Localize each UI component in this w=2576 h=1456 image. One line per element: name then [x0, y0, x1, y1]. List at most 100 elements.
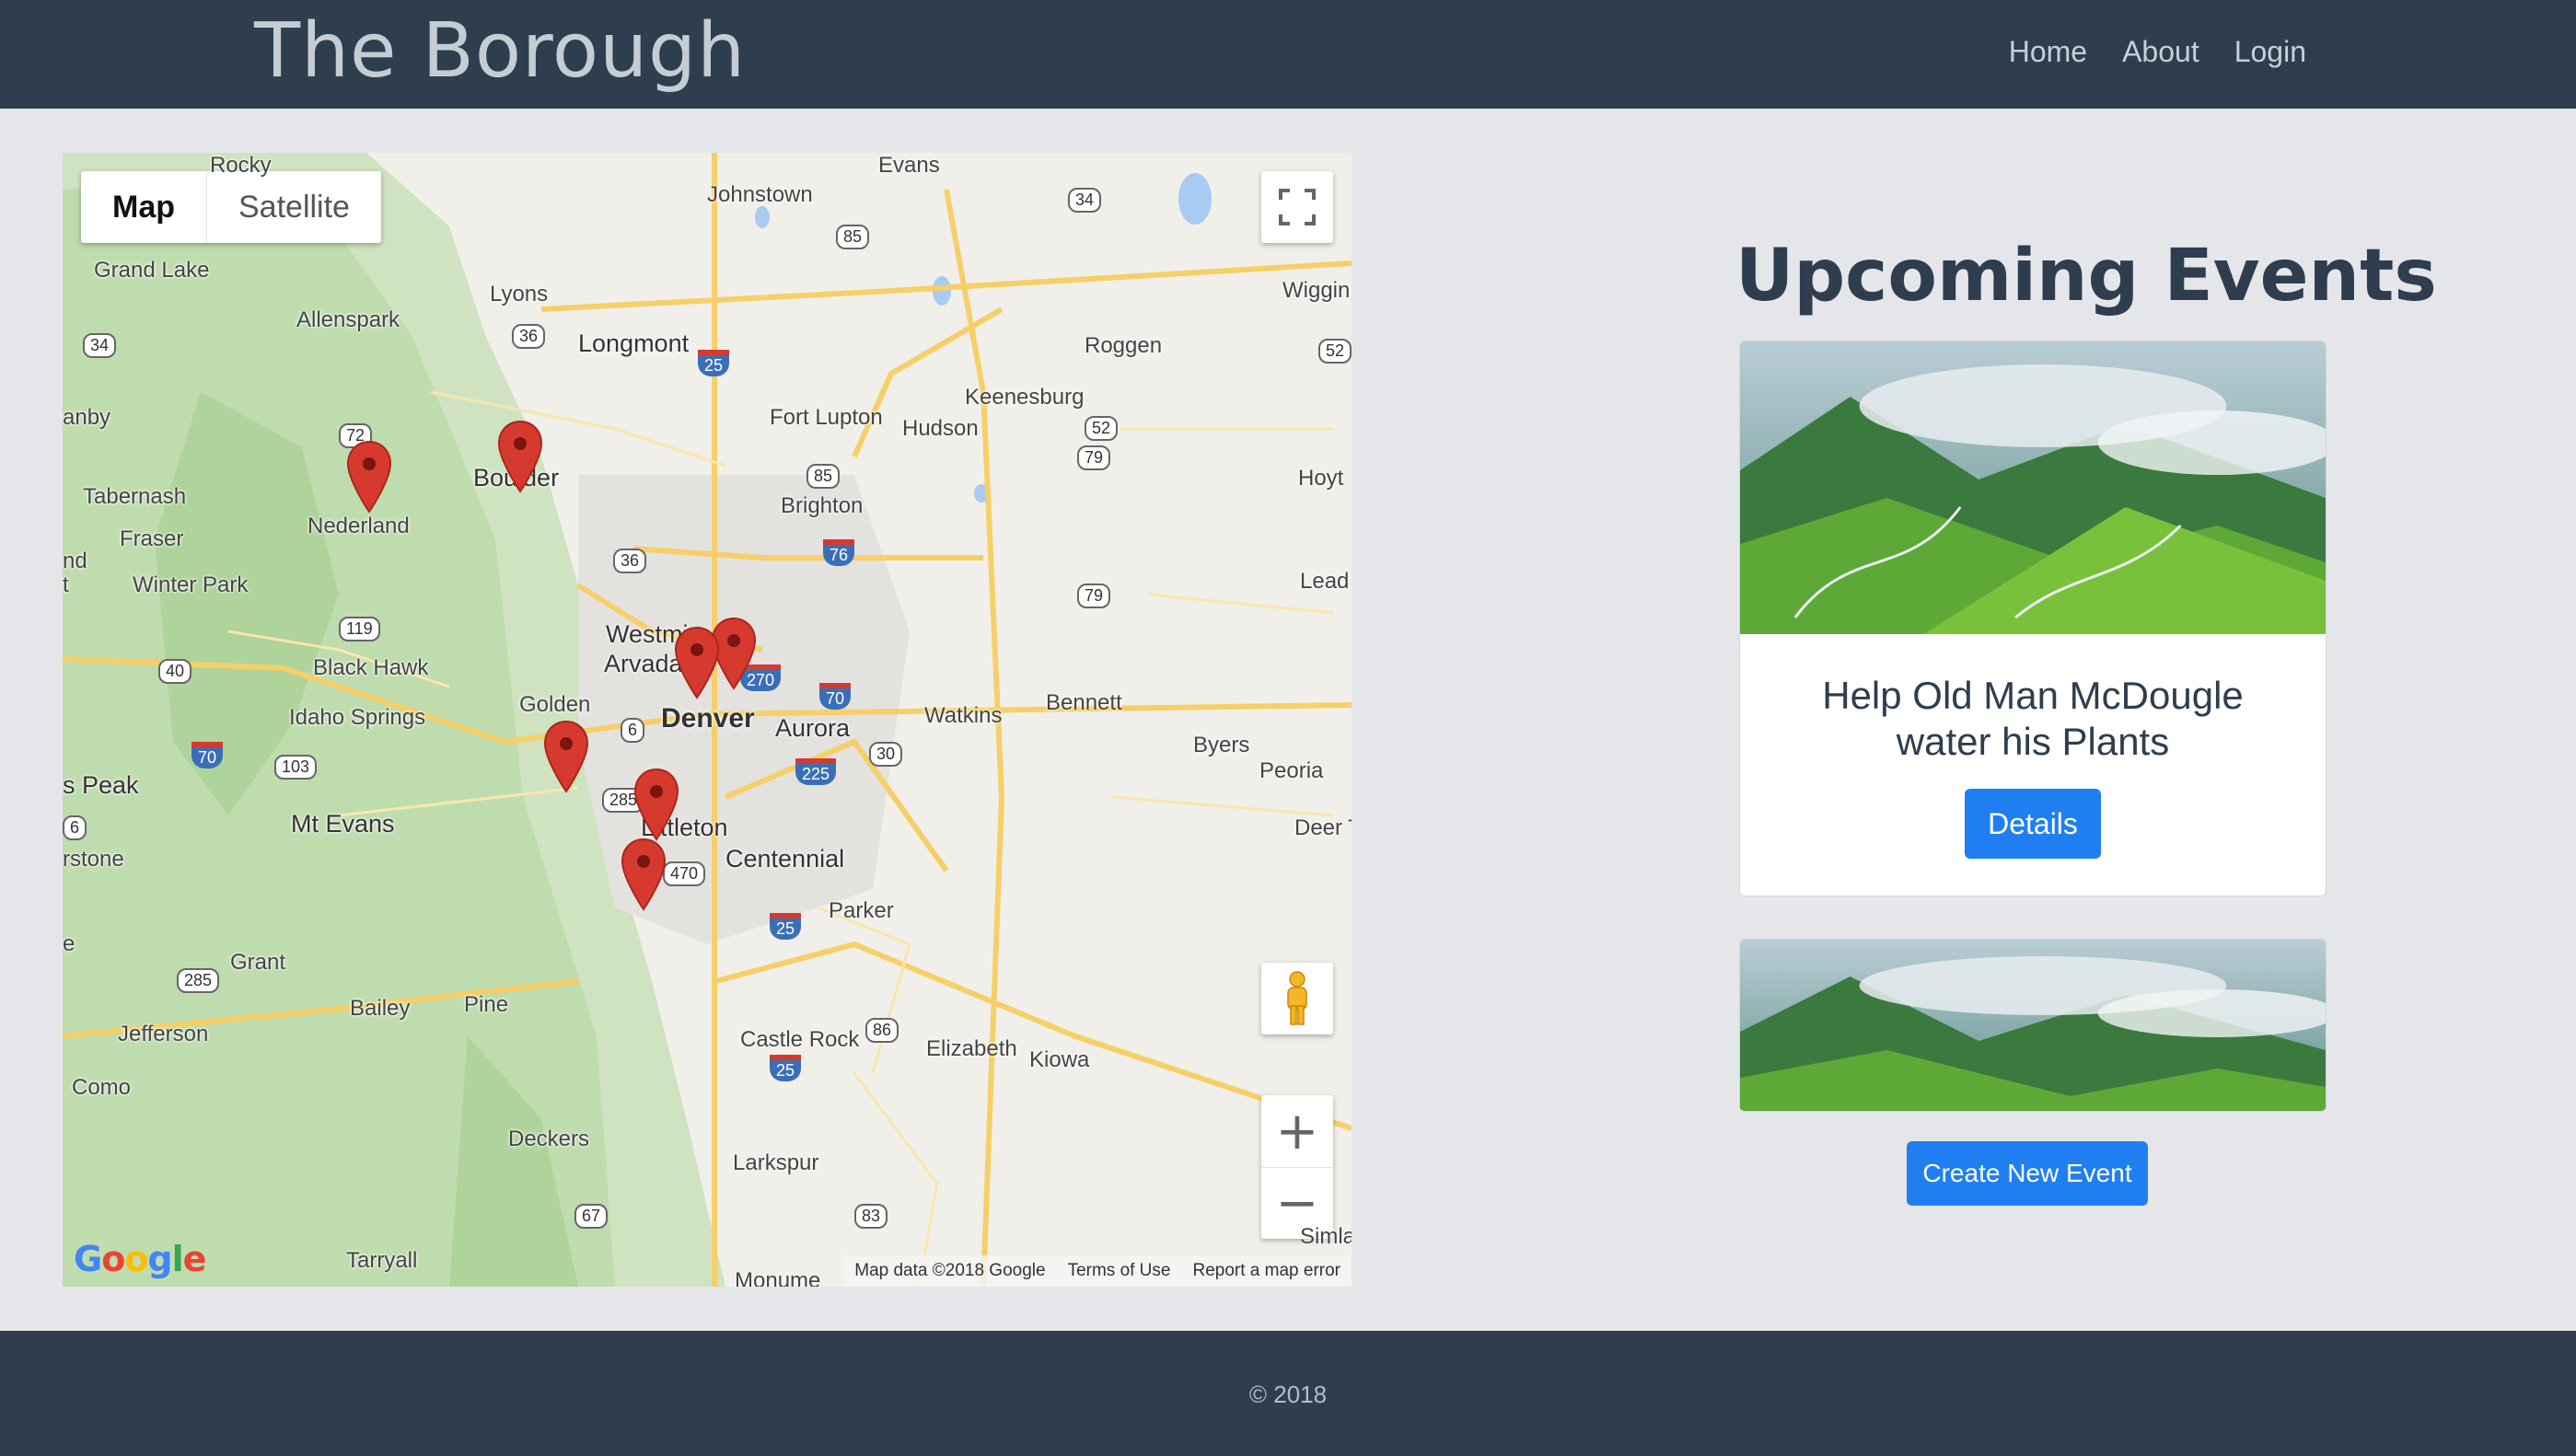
- map-place-label: Lead: [1300, 569, 1350, 594]
- map-place-label: rstone: [63, 847, 124, 872]
- map-place-label: Tabernash: [83, 484, 187, 509]
- map-place-label: Nederland: [307, 514, 410, 538]
- map-place-label: Denver: [661, 703, 755, 734]
- map-place-label: Elizabeth: [926, 1036, 1017, 1061]
- highway-shield: 36: [512, 324, 546, 349]
- map-place-label: Fraser: [120, 526, 184, 551]
- map-place-label: Castle Rock: [740, 1027, 860, 1052]
- highway-shield: 83: [854, 1204, 888, 1229]
- interstate-shield: 25: [770, 1055, 802, 1081]
- interstate-shield: 70: [819, 683, 852, 710]
- map-place-label: e: [63, 931, 75, 956]
- map-place-label: Parker: [829, 898, 894, 923]
- page-footer: © 2018: [0, 1331, 2576, 1456]
- events-map[interactable]: Map Satellite + − Evans Johnstown Wiggin…: [63, 153, 1352, 1287]
- street-view-pegman[interactable]: [1261, 963, 1333, 1034]
- pegman-icon: [1287, 971, 1307, 1025]
- map-place-label: Pine: [464, 992, 509, 1017]
- map-place-label: Lyons: [490, 282, 549, 306]
- fullscreen-icon: [1279, 189, 1316, 225]
- map-place-label: Tarryall: [346, 1248, 418, 1273]
- map-place-label: Simla: [1300, 1224, 1352, 1249]
- map-attribution: Map data ©2018 Google Terms of Use Repor…: [843, 1255, 1352, 1287]
- map-place-label: Rocky: [210, 153, 272, 178]
- map-place-label: Byers: [1193, 733, 1250, 757]
- fullscreen-button[interactable]: [1261, 171, 1333, 243]
- highway-shield: 6: [621, 718, 645, 743]
- map-place-label: Brighton: [781, 493, 864, 518]
- map-place-label: Como: [72, 1075, 132, 1100]
- nav-login-link[interactable]: Login: [2234, 35, 2306, 69]
- interstate-shield: 25: [770, 913, 802, 940]
- map-place-label: Peoria: [1259, 758, 1324, 783]
- event-title: Help Old Man McDougle water his Plants: [1822, 674, 2244, 763]
- event-details-button[interactable]: Details: [1965, 789, 2101, 859]
- map-place-label: Mt Evans: [291, 810, 395, 838]
- map-type-control: Map Satellite: [81, 171, 381, 243]
- map-place-label: t: [63, 572, 69, 597]
- highway-shield: 103: [274, 755, 318, 780]
- map-place-label: Allenspark: [296, 307, 400, 332]
- event-image: [1740, 341, 2326, 634]
- terms-of-use-link[interactable]: Terms of Use: [1068, 1261, 1171, 1281]
- map-place-label: Black Hawk: [313, 655, 429, 680]
- map-marker-icon[interactable]: [621, 838, 667, 911]
- map-marker-icon[interactable]: [674, 626, 720, 699]
- highway-shield: 36: [613, 549, 647, 573]
- event-card: [1739, 939, 2327, 1112]
- map-place-label: Hoyt: [1298, 466, 1344, 491]
- highway-shield: 79: [1077, 584, 1111, 608]
- map-type-satellite-button[interactable]: Satellite: [206, 171, 381, 243]
- map-type-map-button[interactable]: Map: [81, 171, 206, 243]
- nav-about-link[interactable]: About: [2122, 35, 2199, 69]
- main-nav: Home About Login: [2009, 35, 2306, 69]
- highway-shield: 34: [1068, 188, 1102, 213]
- map-place-label: Grant: [230, 950, 286, 975]
- map-place-label: anby: [63, 405, 111, 430]
- google-logo: Google: [74, 1239, 206, 1279]
- map-place-label: Larkspur: [733, 1150, 819, 1175]
- map-place-label: Johnstown: [707, 182, 813, 207]
- highway-shield: 285: [177, 968, 220, 993]
- map-place-label: Evans: [878, 153, 940, 178]
- zoom-in-button[interactable]: +: [1261, 1095, 1333, 1167]
- map-place-label: Watkins: [924, 703, 1003, 728]
- map-marker-icon[interactable]: [497, 420, 543, 493]
- highway-shield: 30: [869, 742, 903, 767]
- map-place-label: Wiggin: [1282, 278, 1351, 303]
- map-place-label: s Peak: [63, 771, 139, 799]
- map-place-label: Roggen: [1085, 333, 1163, 358]
- event-image: [1740, 940, 2326, 1111]
- highway-shield: 34: [83, 333, 117, 358]
- create-new-event-button[interactable]: Create New Event: [1907, 1141, 2148, 1206]
- highway-shield: 6: [63, 815, 87, 840]
- highway-shield: 119: [339, 617, 380, 641]
- map-place-label: Bennett: [1046, 690, 1122, 715]
- map-place-label: Centennial: [725, 845, 845, 872]
- map-place-label: nd: [63, 549, 87, 573]
- top-navbar: The Borough Home About Login: [0, 0, 2576, 109]
- highway-shield: 79: [1077, 445, 1111, 470]
- map-place-label: Grand Lake: [94, 258, 210, 283]
- highway-shield: 52: [1085, 416, 1119, 441]
- map-marker-icon[interactable]: [633, 768, 679, 841]
- map-marker-icon[interactable]: [346, 440, 392, 514]
- highway-shield: 85: [836, 225, 870, 249]
- map-marker-icon[interactable]: [543, 720, 589, 793]
- map-place-label: Idaho Springs: [289, 705, 426, 730]
- nav-home-link[interactable]: Home: [2009, 35, 2087, 69]
- interstate-shield: 76: [823, 539, 855, 566]
- map-place-label: Deer T: [1294, 815, 1352, 840]
- map-place-label: Monume: [735, 1268, 821, 1287]
- map-place-label: Bailey: [350, 996, 411, 1021]
- report-map-error-link[interactable]: Report a map error: [1192, 1261, 1340, 1281]
- interstate-shield: 225: [795, 758, 837, 785]
- brand-title[interactable]: The Borough: [254, 7, 746, 95]
- map-place-label: Aurora: [775, 714, 851, 742]
- event-card: Help Old Man McDougle water his Plants D…: [1739, 341, 2327, 896]
- map-place-label: Jefferson: [118, 1022, 209, 1046]
- map-place-label: Hudson: [902, 416, 979, 441]
- upcoming-events-heading: Upcoming Events: [1735, 235, 2437, 318]
- interstate-shield: 70: [191, 742, 224, 768]
- map-place-label: Kiowa: [1029, 1047, 1090, 1072]
